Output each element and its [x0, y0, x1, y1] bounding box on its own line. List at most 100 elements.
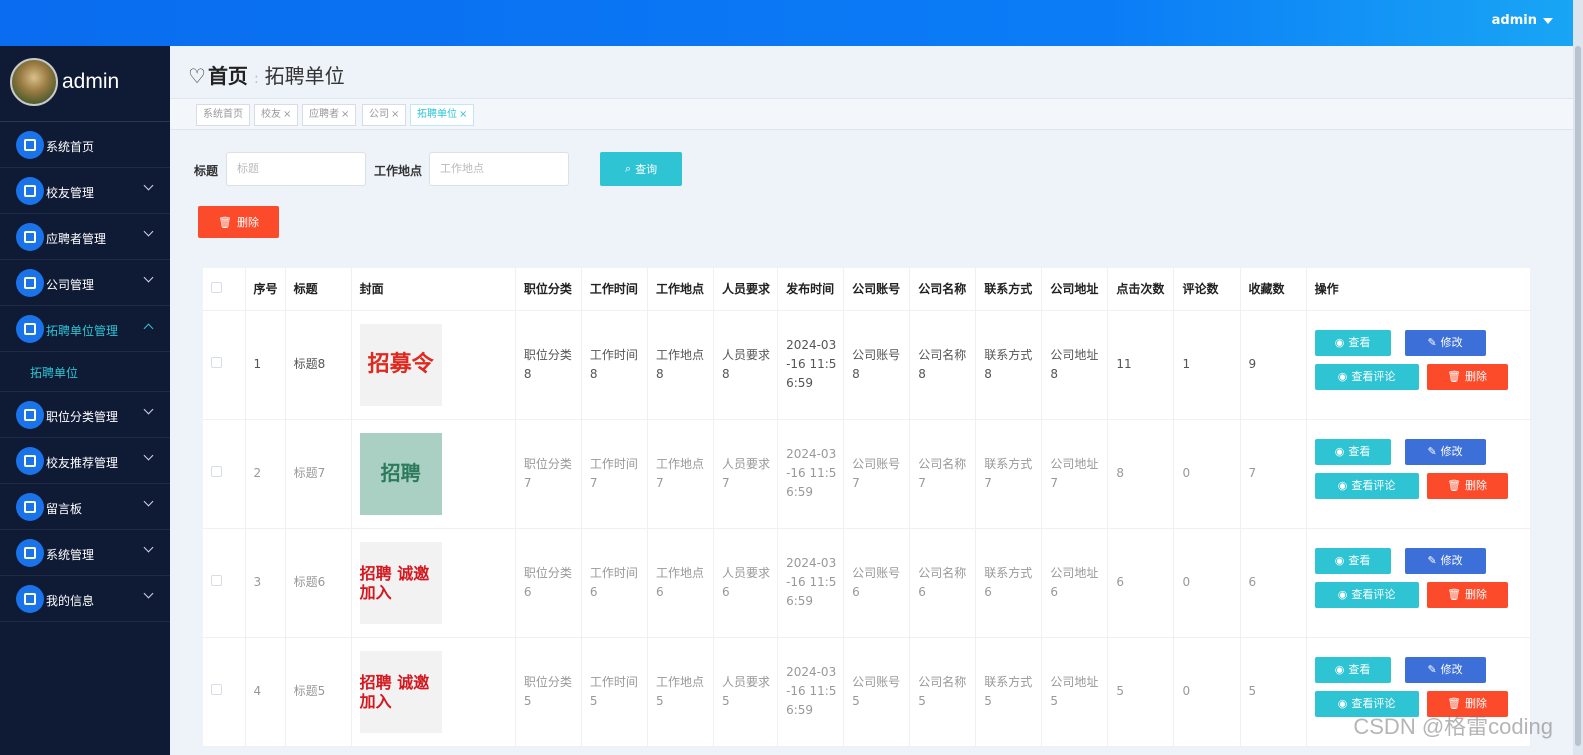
- row-checkbox[interactable]: [211, 575, 222, 586]
- search-button[interactable]: ⌕ 查询: [600, 152, 682, 186]
- sidebar-item-label: 应聘者管理: [46, 232, 107, 246]
- row-actions: ◉ 查看 ✎ 修改 ◉ 查看评论 🗑 删除: [1314, 438, 1525, 509]
- close-icon[interactable]: ×: [391, 109, 399, 120]
- chevron-icon: [143, 272, 154, 283]
- sidebar-item-1[interactable]: 校友管理: [0, 168, 170, 214]
- view-button[interactable]: ◉ 查看: [1314, 547, 1391, 574]
- tag-label: 校友: [261, 109, 281, 120]
- sidebar-item-label: 留言板: [46, 502, 83, 516]
- column-header: 评论数: [1173, 268, 1241, 311]
- data-table: 序号 标题 封面 职位分类 工作时间 工作地点 人员要求 发布时间 公司账号 公司名称 联系方式 公司…: [203, 268, 1532, 747]
- edit-button[interactable]: ✎ 修改: [1404, 329, 1486, 356]
- eye-icon: ◉: [1337, 588, 1348, 601]
- cover-image: 招募令: [359, 323, 442, 406]
- cell-contact-text: 联系方式6: [984, 565, 1033, 599]
- sidebar-item-3[interactable]: 公司管理: [0, 260, 170, 306]
- cell-title: 标题8: [285, 310, 352, 420]
- select-all-checkbox[interactable]: [211, 281, 222, 293]
- briefcase-icon: [16, 223, 44, 251]
- cell-req: 人员要求7: [713, 419, 779, 529]
- trash-icon: 🗑: [1447, 588, 1462, 601]
- breadcrumb-home[interactable]: 首页: [208, 64, 248, 88]
- view-comments-button[interactable]: ◉ 查看评论: [1314, 581, 1419, 608]
- edit-button[interactable]: ✎ 修改: [1404, 438, 1486, 465]
- sidebar-item-5[interactable]: 职位分类管理: [0, 392, 170, 438]
- column-header: 封面: [351, 268, 516, 311]
- tag-label: 公司: [369, 109, 389, 120]
- eye-icon: ◉: [1334, 554, 1345, 567]
- edit-button[interactable]: ✎ 修改: [1404, 547, 1486, 574]
- cell-comments: 1: [1173, 310, 1241, 420]
- cell-place: 工作地点7: [647, 419, 715, 529]
- edit-label: 修改: [1440, 445, 1463, 458]
- cell-req: 人员要求6: [713, 528, 779, 638]
- eye-icon: ◉: [1334, 445, 1345, 458]
- view-comments-label: 查看评论: [1351, 588, 1396, 601]
- sidebar-item-6[interactable]: 校友推荐管理: [0, 438, 170, 484]
- cell-address: 公司地址7: [1041, 419, 1109, 529]
- scrollbar[interactable]: [1573, 0, 1583, 755]
- cell-category-text: 职位分类8: [523, 347, 572, 381]
- row-checkbox[interactable]: [211, 684, 222, 695]
- cell-address-text: 公司地址5: [1050, 674, 1099, 708]
- cell-address: 公司地址8: [1041, 310, 1109, 420]
- row-checkbox[interactable]: [211, 357, 222, 368]
- cell-published: 2024-03-16 11:56:59: [777, 528, 845, 638]
- cell-title: 标题6: [285, 528, 352, 638]
- batch-delete-button[interactable]: 🗑 删除: [198, 206, 279, 238]
- ticket-icon: [16, 401, 44, 429]
- view-comments-label: 查看评论: [1351, 370, 1396, 383]
- eye-icon: ◉: [1334, 663, 1345, 676]
- sidebar-subitem-0[interactable]: 拓聘单位: [0, 352, 170, 392]
- column-header: 工作地点: [647, 268, 715, 311]
- location-input[interactable]: 工作地点: [429, 152, 569, 186]
- tag-1[interactable]: 校友 ×: [254, 104, 299, 126]
- cell-category-text: 职位分类6: [523, 565, 572, 599]
- user-menu[interactable]: admin: [1492, 13, 1553, 28]
- close-icon[interactable]: ×: [283, 109, 291, 120]
- eye-icon: ◉: [1334, 336, 1345, 349]
- close-icon[interactable]: ×: [341, 109, 349, 120]
- scrollbar-thumb[interactable]: [1575, 46, 1581, 746]
- cover-cell: 招聘 诚邀加入: [351, 528, 516, 638]
- grid-icon: [16, 269, 44, 297]
- view-button[interactable]: ◉ 查看: [1314, 329, 1391, 356]
- edit-button[interactable]: ✎ 修改: [1404, 656, 1486, 683]
- cell-contact-text: 联系方式5: [984, 674, 1033, 708]
- tag-3[interactable]: 公司 ×: [362, 104, 407, 126]
- edit-label: 修改: [1440, 554, 1463, 567]
- cell-company-text: 公司名称6: [918, 565, 967, 599]
- delete-button[interactable]: 🗑 删除: [1426, 581, 1508, 608]
- column-header: 工作时间: [581, 268, 648, 311]
- sidebar-item-9[interactable]: 我的信息: [0, 576, 170, 622]
- title-input[interactable]: 标题: [226, 152, 366, 186]
- cell-account: 公司账号5: [843, 637, 911, 747]
- cell-req: 人员要求8: [713, 310, 779, 420]
- sidebar-item-2[interactable]: 应聘者管理: [0, 214, 170, 260]
- tag-2[interactable]: 应聘者 ×: [302, 104, 357, 126]
- table-header: 序号 标题 封面 职位分类 工作时间 工作地点 人员要求 发布时间 公司账号 公司名称 联系方式 公司…: [203, 268, 1532, 311]
- sidebar-item-4[interactable]: 拓聘单位管理: [0, 306, 170, 352]
- row-checkbox-cell: [203, 419, 246, 529]
- view-button[interactable]: ◉ 查看: [1314, 656, 1391, 683]
- sidebar-item-8[interactable]: 系统管理: [0, 530, 170, 576]
- tag-0[interactable]: 系统首页: [196, 104, 250, 126]
- chevron-icon: [143, 323, 154, 334]
- row-checkbox[interactable]: [211, 466, 222, 477]
- sidebar-item-7[interactable]: 留言板: [0, 484, 170, 530]
- delete-button[interactable]: 🗑 删除: [1426, 363, 1508, 390]
- column-header: 公司地址: [1041, 268, 1109, 311]
- sidebar-item-0[interactable]: 系统首页: [0, 122, 170, 168]
- delete-button[interactable]: 🗑 删除: [1426, 472, 1508, 499]
- cell-time-text: 工作时间6: [589, 565, 638, 599]
- close-icon[interactable]: ×: [459, 109, 467, 120]
- view-button[interactable]: ◉ 查看: [1314, 438, 1391, 465]
- edit-icon: ✎: [1427, 336, 1437, 349]
- view-comments-button[interactable]: ◉ 查看评论: [1314, 363, 1419, 390]
- row-actions: ◉ 查看 ✎ 修改 ◉ 查看评论 🗑 删除: [1314, 547, 1525, 618]
- column-header: 发布时间: [777, 268, 845, 311]
- tag-4[interactable]: 拓聘单位 ×: [410, 104, 475, 126]
- view-comments-button[interactable]: ◉ 查看评论: [1314, 472, 1419, 499]
- breadcrumb-separator: :: [253, 71, 259, 87]
- eye-icon: ◉: [1337, 370, 1348, 383]
